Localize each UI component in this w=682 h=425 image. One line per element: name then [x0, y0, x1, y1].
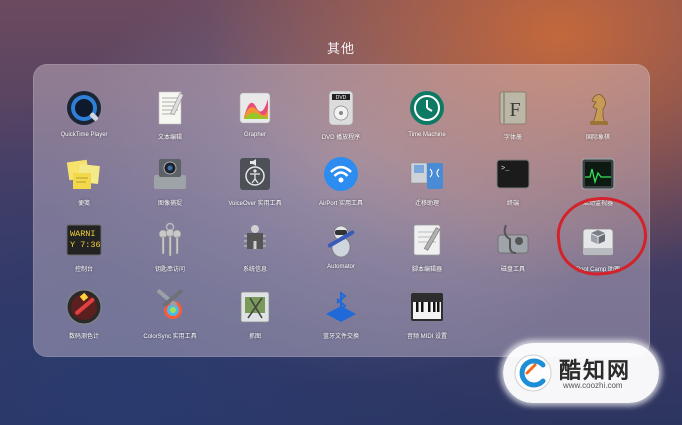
app-label: 迁移助理	[414, 201, 439, 207]
app-time-machine[interactable]: Time Machine	[384, 89, 470, 155]
migration-assistant-icon	[410, 162, 443, 189]
font-book-icon-text: F	[509, 99, 520, 121]
app-label: Grapher	[243, 132, 266, 138]
dvd-icon-text: DVD	[336, 95, 347, 101]
textedit-icon	[158, 91, 184, 125]
app-airport-utility[interactable]: AirPort 实用工具	[298, 155, 384, 221]
disk-utility-icon	[497, 224, 529, 254]
chess-icon	[590, 94, 608, 125]
colorsync-icon	[156, 289, 184, 319]
app-grab[interactable]: 抓图	[212, 288, 298, 354]
app-system-information[interactable]: 系统信息	[212, 221, 298, 287]
app-label: 便笺	[77, 201, 90, 207]
digital-color-meter-icon	[66, 289, 102, 325]
time-machine-icon	[410, 91, 444, 125]
keychain-icon	[158, 222, 182, 257]
stickies-icon	[66, 159, 100, 189]
audio-midi-icon	[411, 293, 443, 321]
voiceover-icon	[240, 158, 270, 190]
app-label: Time Machine	[408, 132, 446, 138]
app-terminal[interactable]: >_ 终端	[470, 155, 556, 221]
app-bluetooth-file-exchange[interactable]: 蓝牙文件交换	[298, 288, 384, 354]
app-textedit[interactable]: 文本编辑	[127, 89, 213, 155]
dvd-player-icon: DVD	[328, 90, 354, 126]
app-label: DVD 播放程序	[321, 135, 361, 141]
activity-monitor-icon	[581, 158, 615, 190]
app-dvd-player[interactable]: DVD DVD 播放程序	[298, 89, 384, 155]
app-label: VoiceOver 实用工具	[228, 201, 282, 207]
automator-icon	[327, 225, 355, 258]
quicktime-icon	[67, 91, 101, 125]
app-label: ColorSync 实用工具	[143, 334, 197, 340]
app-quicktime-player[interactable]: QuickTime Player	[41, 89, 127, 155]
app-label: 钥匙串访问	[154, 267, 185, 273]
console-icon-text-line2: Y 7:36	[70, 240, 101, 250]
watermark: 酷知网 www.coozhi.com	[503, 343, 659, 403]
app-audio-midi-setup[interactable]: 音频 MIDI 设置	[384, 288, 470, 354]
app-label: 图像捕捉	[157, 201, 182, 207]
app-label: 控制台	[74, 267, 93, 273]
app-label: 数码测色计	[68, 334, 99, 340]
console-icon: WARNI Y 7:36	[66, 224, 102, 256]
app-disk-utility[interactable]: 磁盘工具	[470, 221, 556, 287]
app-digital-color-meter[interactable]: 数码测色计	[41, 288, 127, 354]
app-label: 抓图	[248, 334, 261, 340]
app-label: 文本编辑	[157, 135, 182, 141]
app-colorsync-utility[interactable]: ColorSync 实用工具	[127, 288, 213, 354]
app-keychain-access[interactable]: 钥匙串访问	[127, 221, 213, 287]
console-icon-text-line1: WARNI	[70, 229, 96, 239]
app-label: QuickTime Player	[60, 132, 108, 138]
app-label: 脚本编辑器	[411, 267, 442, 273]
app-label: 终端	[506, 201, 519, 207]
app-label: 音频 MIDI 设置	[407, 334, 447, 340]
bluetooth-file-exchange-icon	[326, 291, 356, 322]
app-migration-assistant[interactable]: 迁移助理	[384, 155, 470, 221]
folder-title: 其他	[326, 41, 355, 56]
image-capture-icon	[154, 159, 186, 189]
grapher-icon	[239, 92, 271, 124]
app-stickies[interactable]: 便笺	[41, 155, 127, 221]
app-script-editor[interactable]: 脚本编辑器	[384, 221, 470, 287]
grab-icon	[240, 291, 270, 323]
watermark-url: www.coozhi.com	[563, 381, 623, 390]
app-chess[interactable]: 国际象棋	[555, 89, 641, 155]
app-label: Automator	[327, 264, 355, 270]
app-console[interactable]: WARNI Y 7:36 控制台	[41, 221, 127, 287]
app-automator[interactable]: Automator	[298, 221, 384, 287]
app-label: AirPort 实用工具	[318, 201, 363, 207]
font-book-icon: F	[499, 91, 527, 125]
app-grapher[interactable]: Grapher	[212, 89, 298, 155]
app-voiceover-utility[interactable]: VoiceOver 实用工具	[212, 155, 298, 221]
app-label: 国际象棋	[585, 135, 610, 141]
system-information-icon	[244, 225, 266, 249]
app-label: 磁盘工具	[500, 267, 525, 273]
coozhi-logo-icon	[514, 354, 552, 392]
app-image-capture[interactable]: 图像捕捉	[127, 155, 213, 221]
app-font-book[interactable]: F 字体册	[470, 89, 556, 155]
app-label: 蓝牙文件交换	[322, 334, 359, 340]
terminal-icon: >_	[496, 159, 530, 189]
app-label: 字体册	[503, 135, 522, 141]
airport-icon	[324, 157, 358, 191]
script-editor-icon	[413, 224, 441, 256]
terminal-icon-text: >_	[501, 165, 510, 173]
app-label: 系统信息	[242, 267, 267, 273]
